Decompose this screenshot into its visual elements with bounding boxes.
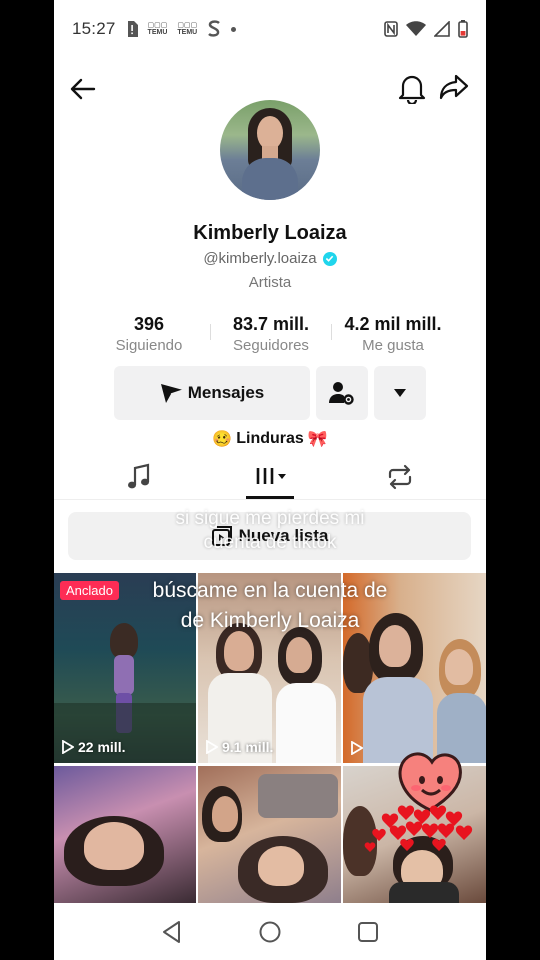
profile-bio: 🥴 Linduras 🎀 (54, 429, 486, 449)
profile-handle: @kimberly.loaiza (203, 250, 317, 267)
profile-stats: 396 Siguiendo 83.7 mill. Seguidores 4.2 … (104, 314, 454, 358)
stat-followers[interactable]: 83.7 mill. Seguidores (211, 314, 331, 358)
caption-line: si sigue me pierdes mi (175, 508, 365, 529)
messages-label: Mensajes (187, 383, 265, 402)
bell-icon[interactable] (398, 72, 426, 104)
verified-badge-icon (322, 251, 337, 266)
temu-icon: ▢▢▢ TEMU (147, 22, 168, 36)
arrow-left-icon[interactable] (68, 74, 98, 104)
stat-value: 396 (133, 314, 165, 334)
add-friend-button[interactable] (316, 366, 368, 420)
share-arrow-icon[interactable] (438, 72, 470, 102)
music-icon[interactable] (126, 462, 152, 492)
video-thumbnail[interactable] (198, 766, 341, 903)
profile-name: Kimberly Loaiza (193, 222, 347, 244)
circle-home-icon[interactable] (258, 920, 282, 944)
bio-text: Linduras (236, 430, 304, 447)
repost-icon[interactable] (386, 462, 414, 492)
video-thumbnail[interactable] (54, 766, 196, 903)
view-count: 9.1 mill. (206, 739, 273, 755)
videos-grid-icon[interactable] (254, 462, 290, 492)
view-count: 22 mill. (62, 739, 125, 755)
stat-value: 83.7 mill. (232, 314, 310, 334)
profile-actions: Mensajes (114, 366, 426, 420)
temu-icon: ▢▢▢ TEMU (177, 22, 198, 36)
stat-label: Seguidores (233, 337, 309, 354)
content-tabs (54, 458, 486, 500)
stat-label: Siguiendo (115, 337, 183, 354)
active-tab-indicator (246, 496, 294, 499)
caret-down-icon (394, 389, 406, 397)
play-icon (206, 740, 218, 754)
caption-line: búscame en la cuenta de (152, 579, 388, 602)
sim-alert-icon (127, 21, 138, 37)
triangle-back-icon[interactable] (161, 920, 183, 944)
stat-value: 4.2 mil mill. (344, 314, 442, 334)
nfc-icon (384, 21, 398, 37)
profile-category: Artista (248, 274, 292, 291)
dot-icon (231, 26, 237, 32)
more-options-button[interactable] (374, 366, 426, 420)
messages-button[interactable]: Mensajes (114, 366, 310, 420)
phone-screen: 15:27 ▢▢▢ TEMU ▢▢▢ TEMU Kimberly Loaiza @k… (54, 0, 486, 960)
battery-low-icon (458, 20, 468, 38)
video-caption-overlay: búscame en la cuenta de de Kimberly Loai… (54, 576, 486, 636)
system-nav-bar (54, 903, 486, 960)
bio-emoji: 🎀 (307, 431, 328, 448)
view-count-value: 9.1 mill. (222, 739, 274, 755)
clock: 15:27 (72, 19, 116, 38)
send-icon (160, 384, 183, 403)
bio-emoji: 🥴 (212, 431, 233, 448)
heart-sticker-icon (364, 752, 473, 852)
caption-line: cuenta de tiktok (203, 532, 337, 553)
play-icon (62, 740, 74, 754)
stat-following[interactable]: 396 Siguiendo (104, 314, 194, 358)
caption-line: de Kimberly Loaiza (180, 609, 360, 632)
profile-handle-row: @kimberly.loaiza (54, 250, 486, 267)
caption-overlay: si sigue me pierdes mi cuenta de tiktok (54, 508, 486, 554)
square-recents-icon[interactable] (357, 921, 379, 943)
stat-likes[interactable]: 4.2 mil mill. Me gusta (332, 314, 454, 358)
status-bar: 15:27 ▢▢▢ TEMU ▢▢▢ TEMU (54, 0, 486, 58)
view-count-value: 22 mill. (78, 739, 126, 755)
wifi-icon (406, 21, 426, 36)
user-settings-icon (329, 382, 354, 405)
signal-icon (434, 21, 450, 37)
stat-label: Me gusta (362, 337, 424, 354)
avatar[interactable] (220, 100, 320, 200)
s-app-icon (208, 20, 221, 37)
